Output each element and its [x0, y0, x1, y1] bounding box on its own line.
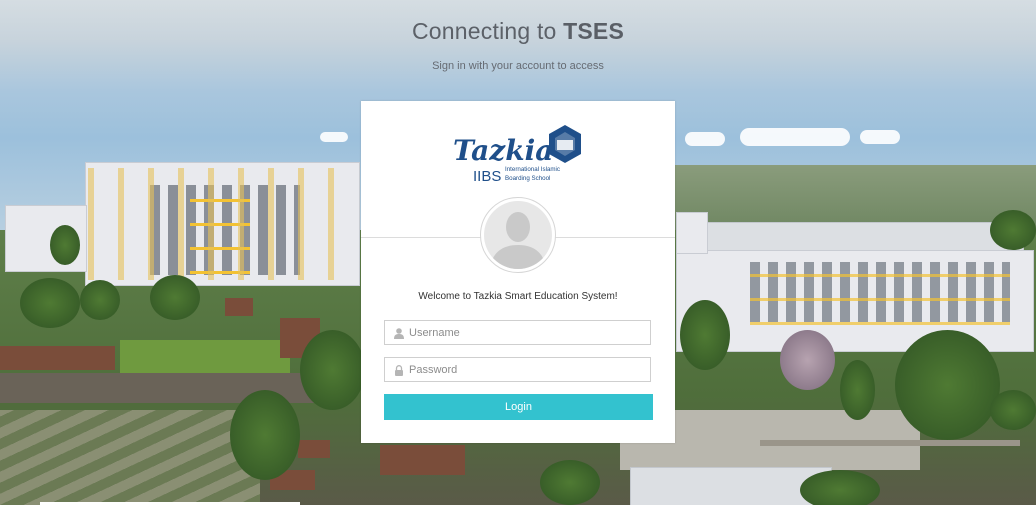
title-app-name: TSES	[563, 18, 624, 44]
tree	[840, 360, 875, 420]
page-title: Connecting to TSES	[0, 18, 1036, 45]
tree	[300, 330, 365, 410]
tree	[895, 330, 1000, 440]
page-header: Connecting to TSES Sign in with your acc…	[0, 0, 1036, 90]
tree	[150, 275, 200, 320]
right-building-floors	[750, 258, 1010, 333]
user-icon	[394, 328, 404, 339]
user-silhouette-icon	[490, 212, 546, 269]
pavilion-roof	[380, 445, 465, 475]
tree	[50, 225, 80, 265]
title-prefix: Connecting to	[412, 18, 557, 44]
logo-tagline-1: International Islamic	[505, 166, 560, 173]
tree	[800, 470, 880, 505]
cloud	[320, 132, 348, 142]
welcome-text: Welcome to Tazkia Smart Education System…	[418, 291, 618, 302]
flowering-tree	[780, 330, 835, 390]
login-card: Tazkia IIBS International Islamic Boardi…	[361, 101, 675, 443]
password-input[interactable]	[409, 358, 645, 381]
right-tower	[676, 212, 708, 254]
page-subtitle: Sign in with your account to access	[432, 60, 604, 72]
login-button[interactable]: Login	[384, 394, 653, 420]
logo-abbr: IIBS	[473, 168, 501, 185]
tree	[80, 280, 120, 320]
left-building-columns	[88, 168, 358, 280]
username-input[interactable]	[409, 321, 645, 344]
cloud	[860, 130, 900, 144]
gazebo-roof	[225, 298, 253, 316]
lawn	[120, 340, 290, 375]
logo-wordmark: Tazkia	[453, 134, 553, 167]
tree	[20, 278, 80, 328]
tree	[230, 390, 300, 480]
right-building-roof	[676, 222, 1024, 252]
tree	[680, 300, 730, 370]
tree	[990, 390, 1036, 430]
lock-icon	[395, 365, 403, 376]
tree	[540, 460, 600, 505]
username-field[interactable]	[384, 320, 651, 345]
cloud	[740, 128, 850, 146]
tree	[990, 210, 1036, 250]
default-avatar	[480, 197, 556, 273]
farm-plots	[0, 410, 260, 505]
roof-left	[0, 346, 115, 370]
cloud	[685, 132, 725, 146]
walkway	[760, 440, 1020, 446]
tazkia-iibs-logo: Tazkia IIBS International Islamic Boardi…	[453, 125, 581, 185]
logo-tagline-2: Boarding School	[505, 175, 550, 182]
gazebo-roof	[298, 440, 330, 458]
password-field[interactable]	[384, 357, 651, 382]
